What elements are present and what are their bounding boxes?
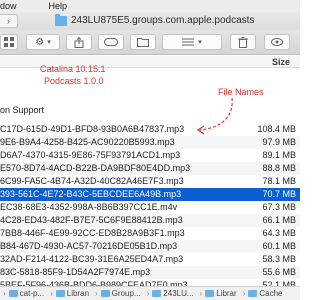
folder-icon — [152, 290, 162, 297]
path-item[interactable]: Librar — [205, 289, 237, 298]
size-column-header[interactable]: Size — [272, 57, 290, 67]
path-item[interactable]: Libran — [55, 289, 90, 298]
chevron-down-icon: ▾ — [198, 39, 202, 46]
folder-icon — [100, 290, 110, 297]
annotation-os-version: Catalina 10.15.1 — [40, 64, 106, 74]
folder-icon — [248, 290, 258, 297]
chevron-down-icon: ▾ — [47, 39, 51, 46]
window-title: 243LU875E5.groups.com.apple.podcasts — [71, 15, 255, 26]
path-item-label: 243LU... — [163, 289, 194, 298]
file-name: B84-467D-4930-AC57-70216DE05B1D.mp3 — [0, 241, 178, 251]
chevron-right-icon: › — [199, 289, 203, 298]
annotation-app-version: Podcasts 1.0.0 — [44, 76, 104, 86]
list-item[interactable]: C17D-615D-49D1-BFD8-93B0A6B47837.mp3 108… — [0, 123, 300, 136]
file-size: 67.3 MB — [262, 202, 296, 212]
chevron-right-icon: › — [95, 289, 98, 298]
list-item[interactable]: 9E6-B9A4-4258-B425-AC90220B5993.mp3 97.9… — [0, 136, 300, 149]
file-name: 393-561C-4E72-B43C-5EBCDEE6A49B.mp3 — [0, 189, 182, 199]
path-item-label: Librar — [216, 289, 237, 298]
share-icon — [74, 36, 84, 48]
folder-icon — [55, 14, 67, 26]
list-item[interactable]: EC38-68E3-4352-998A-8B6B397CC1E.m4v 67.3… — [0, 201, 300, 214]
delete-button[interactable] — [230, 34, 256, 50]
list-item-selected[interactable]: 393-561C-4E72-B43C-5EBCDEE6A49B.mp3 70.7… — [0, 188, 300, 201]
file-name: D6A7-4370-4315-9E86-75F93791ACD1.mp3 — [0, 150, 181, 160]
file-name: 7BB8-446F-4E99-92CC-ED8B28A9B3F1.mp3 — [0, 228, 185, 238]
file-size: 60.1 MB — [262, 241, 296, 251]
file-size: 64.3 MB — [262, 228, 296, 238]
toolbar: ⚙ ▾ ▾ — [0, 30, 300, 55]
menu-help[interactable]: Help — [49, 0, 68, 12]
window-titlebar: › 243LU875E5.groups.com.apple.podcasts — [0, 12, 300, 30]
path-item-label: cat-p... — [19, 289, 45, 298]
chevron-right-icon: › — [50, 289, 53, 298]
tags-button[interactable] — [98, 34, 124, 50]
list-item[interactable]: E570-8D74-4ACD-B22B-DA9BDF80E4DD.mp3 88.… — [0, 162, 300, 175]
list-icon — [182, 38, 195, 46]
folder-outline-icon — [137, 38, 149, 47]
path-item-label: Group... — [111, 289, 141, 298]
menu-window[interactable]: dow — [0, 0, 17, 12]
file-size: 55.6 MB — [262, 267, 296, 277]
path-item[interactable]: 243LU... — [152, 289, 194, 298]
list-item[interactable]: on Support — [0, 104, 300, 117]
list-item[interactable]: 6C99-FA5C-4B74-A32D-40C82A46E7F3.mp3 78.… — [0, 175, 300, 188]
file-size: 78.1 MB — [262, 176, 296, 186]
gear-icon: ⚙ — [35, 36, 45, 48]
menu-bar: dow Help — [0, 0, 300, 12]
list-item[interactable]: 4C28-ED43-482F-B7E7-5C6F9E88412B.mp3 66.… — [0, 214, 300, 227]
file-name: C17D-615D-49D1-BFD8-93B0A6B47837.mp3 — [0, 124, 185, 134]
arrange-button[interactable]: ▾ — [162, 34, 222, 50]
action-button[interactable]: ⚙ ▾ — [26, 34, 60, 50]
file-size: 88.8 MB — [262, 163, 296, 173]
chevron-right-icon: › — [3, 289, 6, 298]
file-name: E570-8D74-4ACD-B22B-DA9BDF80E4DD.mp3 — [0, 163, 191, 173]
view-options-button[interactable] — [0, 34, 18, 50]
file-size: 70.7 MB — [262, 189, 296, 199]
path-item[interactable]: Group... — [100, 289, 141, 298]
chevron-right-icon: › — [7, 16, 10, 26]
forward-button[interactable]: › — [0, 14, 18, 28]
list-item[interactable]: 32AD-F214-4122-BC39-31E6A25ED4A7.mp3 58.… — [0, 253, 300, 266]
file-size: 89.1 MB — [262, 150, 296, 160]
file-name: 83C-5818-85F9-1D54A2F7974E.mp3 — [0, 267, 151, 277]
more-button[interactable] — [264, 34, 290, 50]
file-size: 58.3 MB — [262, 254, 296, 264]
file-name: 32AD-F214-4122-BC39-31E6A25ED4A7.mp3 — [0, 254, 184, 264]
path-item-label: Libran — [66, 289, 90, 298]
folder-icon — [55, 290, 65, 297]
path-item[interactable]: cat-p... — [8, 289, 45, 298]
grid-view-icon — [4, 37, 14, 47]
file-name: 9E6-B9A4-4258-B425-AC90220B5993.mp3 — [0, 137, 175, 147]
list-item[interactable]: B84-467D-4930-AC57-70216DE05B1D.mp3 60.1… — [0, 240, 300, 253]
new-folder-button[interactable] — [130, 34, 156, 50]
file-size: 66.1 MB — [262, 215, 296, 225]
file-name: 6C99-FA5C-4B74-A32D-40C82A46E7F3.mp3 — [0, 176, 184, 186]
list-item[interactable]: 7BB8-446F-4E99-92CC-ED8B28A9B3F1.mp3 64.… — [0, 227, 300, 240]
file-name: 4C28-ED43-482F-B7E7-5C6F9E88412B.mp3 — [0, 215, 183, 225]
list-item[interactable]: 83C-5818-85F9-1D54A2F7974E.mp3 55.6 MB — [0, 266, 300, 279]
file-name: on Support — [0, 105, 45, 115]
folder-icon — [8, 290, 18, 297]
chevron-right-icon: › — [146, 289, 150, 298]
path-item-label: Cache — [259, 289, 283, 298]
file-size: 97.9 MB — [262, 137, 296, 147]
tag-icon — [104, 38, 118, 46]
share-button[interactable] — [66, 34, 92, 50]
file-size: 108.4 MB — [257, 124, 296, 134]
folder-icon — [205, 290, 215, 297]
list-item[interactable]: D6A7-4370-4315-9E86-75F93791ACD1.mp3 89.… — [0, 149, 300, 162]
trash-icon — [238, 36, 248, 48]
chevron-right-icon: › — [242, 289, 246, 298]
path-bar: › cat-p... › Libran › Group... › 243LU..… — [0, 286, 300, 300]
path-item[interactable]: Cache — [248, 289, 282, 298]
file-name: EC38-68E3-4352-998A-8B6B397CC1E.m4v — [0, 202, 178, 212]
eye-icon — [271, 38, 283, 46]
